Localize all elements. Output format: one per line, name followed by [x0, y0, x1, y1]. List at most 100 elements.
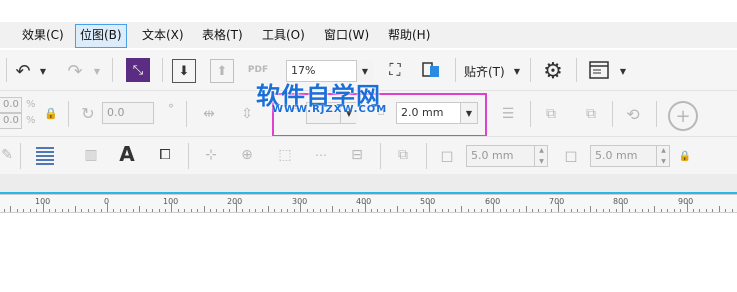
to-back-icon[interactable]: ⧉ [580, 103, 602, 125]
ruler-tick [409, 209, 411, 212]
ruler-tick [577, 209, 579, 212]
menu-effects[interactable]: 效果(C) [18, 24, 68, 46]
ruler-tick [255, 209, 257, 212]
text-outline-icon[interactable]: A [116, 142, 138, 166]
mirror-horizontal-icon[interactable]: ⇹ [198, 103, 220, 125]
export-icon[interactable]: ⬆ [210, 59, 234, 83]
ruler-label: 200 [227, 197, 243, 206]
separator [20, 143, 21, 169]
ruler-tick [171, 203, 173, 212]
wrap-text-icon[interactable]: ☰ [496, 103, 520, 125]
ruler-tick [345, 209, 347, 212]
ruler-tick [300, 203, 302, 212]
rotation-icon: ↻ [81, 103, 95, 123]
ruler-tick [686, 203, 688, 212]
convert-to-curves-icon[interactable]: ⟲ [622, 103, 644, 125]
ruler-tick [268, 206, 269, 212]
ruler-tick [377, 209, 379, 212]
distribute-icon[interactable]: ⋯ [310, 144, 332, 166]
degree-label: ° [168, 102, 174, 116]
menu-bar: 效果(C) 位图(B) 文本(X) 表格(T) 工具(O) 窗口(W) 帮助(H… [0, 22, 737, 48]
ruler-tick [68, 209, 70, 212]
pen-icon[interactable]: ✎ [0, 145, 14, 165]
rotation-angle-field[interactable]: 0.0 [102, 102, 154, 124]
ruler-tick [274, 209, 276, 212]
ruler-tick [132, 209, 134, 212]
horizontal-ruler[interactable]: 100 0 100 200 300 400 500 600 700 800 90… [0, 194, 737, 213]
justify-text-icon[interactable] [34, 144, 56, 166]
ruler-tick [210, 209, 212, 212]
target-icon[interactable]: ⊕ [236, 144, 258, 166]
separator [656, 101, 657, 127]
ruler-tick [602, 209, 604, 212]
snap-to-label[interactable]: 贴齐(T) [464, 63, 505, 80]
ruler-tick [570, 209, 572, 212]
layout-dropdown-icon[interactable]: ▼ [618, 64, 628, 78]
lock-icon[interactable]: 🔒 [678, 149, 692, 163]
application-launcher-icon[interactable] [420, 59, 442, 81]
separator [6, 58, 7, 82]
object-size-bottom-field[interactable]: 0.0 [0, 113, 22, 129]
object-size-top-field[interactable]: 0.0 [0, 97, 22, 113]
menu-help[interactable]: 帮助(H) [384, 24, 434, 46]
ruler-tick [622, 203, 624, 212]
ruler-tick [705, 209, 707, 212]
corel-connect-icon[interactable]: ⤡ [126, 58, 150, 82]
node-align-icon[interactable]: ⊹ [200, 144, 222, 166]
ruler-tick [641, 209, 643, 212]
offset-x-spinner[interactable]: ▲ ▼ [534, 145, 548, 167]
ruler-tick [448, 209, 450, 212]
offset-y-spinner[interactable]: ▲ ▼ [656, 145, 670, 167]
ruler-tick [680, 209, 682, 212]
snap-dropdown-icon[interactable]: ▼ [512, 64, 522, 78]
menu-text[interactable]: 文本(X) [138, 24, 188, 46]
combine-icon[interactable]: ⊟ [346, 144, 368, 166]
ruler-tick [55, 209, 57, 212]
ruler-tick [100, 209, 102, 212]
full-screen-preview-icon[interactable]: ⛶ [384, 59, 406, 81]
ruler-tick [235, 203, 237, 212]
ruler-tick [152, 209, 154, 212]
ruler-tick [609, 209, 611, 212]
ruler-tick [293, 209, 295, 212]
columns-icon[interactable]: ▥ [80, 144, 102, 166]
ruler-tick [615, 209, 617, 212]
align-objects-icon[interactable]: ⧠ [154, 144, 176, 166]
redo-dropdown-icon[interactable]: ▼ [92, 64, 102, 78]
ruler-tick [396, 206, 398, 212]
menu-tools[interactable]: 工具(O) [258, 24, 309, 46]
redo-icon[interactable]: ↷ [64, 60, 86, 82]
ruler-tick [16, 209, 18, 212]
menu-window[interactable]: 窗口(W) [320, 24, 373, 46]
ruler-tick [512, 209, 514, 212]
drawing-canvas[interactable] [0, 214, 737, 292]
add-icon[interactable]: + [668, 101, 698, 131]
lock-ratio-icon[interactable]: 🔒 [44, 105, 58, 121]
undo-dropdown-icon[interactable]: ▼ [38, 64, 48, 78]
ruler-tick [358, 209, 360, 212]
ruler-tick [29, 209, 31, 212]
to-front-icon[interactable]: ⧉ [540, 103, 562, 125]
ruler-tick [222, 209, 224, 212]
transform-icon[interactable]: ⧉ [392, 144, 414, 166]
ruler-tick [197, 209, 199, 212]
ruler-tick [158, 209, 160, 212]
import-icon[interactable]: ⬇ [172, 59, 196, 83]
window-layout-icon[interactable] [588, 59, 610, 81]
menu-table[interactable]: 表格(T) [198, 24, 247, 46]
ruler-tick [693, 209, 695, 212]
options-gear-icon[interactable]: ⚙ [540, 58, 566, 84]
mirror-vertical-icon[interactable]: ⇳ [236, 103, 258, 125]
ruler-tick [49, 209, 51, 212]
menu-bitmaps[interactable]: 位图(B) [75, 24, 127, 48]
property-bar-secondary: ✎ ▥ A ⧠ ⊹ ⊕ ⬚ ⋯ ⊟ ⧉ ◻ 5.0 mm ▲ ▼ ◻ 5.0 mm… [0, 136, 737, 174]
bounding-box-icon[interactable]: ⬚ [274, 144, 296, 166]
ruler-tick [422, 209, 424, 212]
undo-icon[interactable]: ↶ [12, 60, 34, 82]
ruler-tick [519, 209, 521, 212]
ruler-tick [551, 209, 553, 212]
ruler-tick [596, 209, 598, 212]
ruler-tick [557, 203, 559, 212]
ruler-tick [139, 206, 141, 212]
ruler-tick [313, 209, 315, 212]
